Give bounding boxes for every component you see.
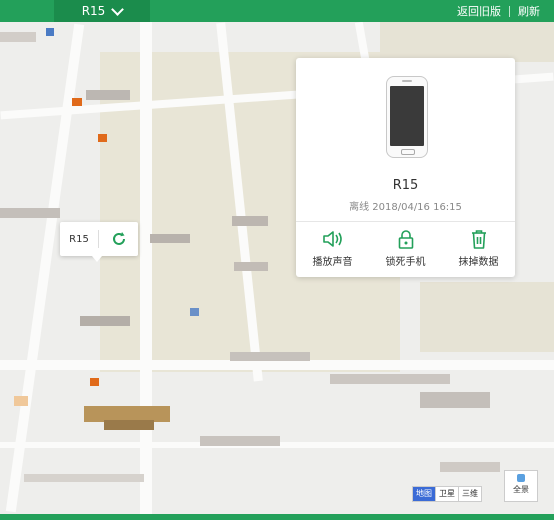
map-area bbox=[420, 282, 554, 352]
device-actions: 播放声音 锁死手机 抹掉数据 bbox=[296, 228, 515, 268]
map-feature bbox=[80, 316, 130, 326]
map-feature bbox=[234, 262, 268, 271]
marker-label: R15 bbox=[69, 233, 89, 245]
chevron-down-icon bbox=[111, 2, 125, 16]
road bbox=[140, 22, 152, 514]
link-divider bbox=[509, 5, 510, 17]
device-info-card: R15 离线 2018/04/16 16:15 播放声音 锁死手机 抹掉数据 bbox=[296, 58, 515, 277]
refresh-link[interactable]: 刷新 bbox=[518, 3, 540, 19]
map-feature bbox=[104, 420, 154, 430]
lock-icon bbox=[398, 230, 413, 249]
phone-illustration bbox=[386, 76, 428, 158]
map-type-satellite[interactable]: 卫星 bbox=[435, 487, 458, 501]
speaker-icon bbox=[322, 231, 342, 247]
device-location-marker[interactable]: R15 bbox=[60, 222, 138, 256]
road bbox=[0, 360, 554, 370]
map-type-map[interactable]: 地图 bbox=[413, 487, 435, 501]
map-feature bbox=[46, 28, 54, 36]
map-feature bbox=[24, 474, 144, 482]
road bbox=[5, 23, 85, 513]
map-feature bbox=[440, 462, 500, 472]
map-feature bbox=[200, 436, 280, 446]
top-links: 返回旧版 刷新 bbox=[457, 0, 540, 22]
device-selector-label: R15 bbox=[81, 4, 106, 18]
lock-phone-button[interactable]: 锁死手机 bbox=[371, 228, 441, 268]
bottom-bar bbox=[0, 514, 554, 520]
map-feature bbox=[0, 32, 36, 42]
map-feature bbox=[232, 216, 268, 226]
play-sound-button[interactable]: 播放声音 bbox=[298, 228, 368, 268]
erase-data-label: 抹掉数据 bbox=[458, 257, 499, 268]
map-area bbox=[380, 22, 554, 62]
map-feature bbox=[420, 392, 490, 408]
lock-phone-label: 锁死手机 bbox=[385, 257, 426, 268]
map-feature bbox=[0, 208, 60, 218]
device-name: R15 bbox=[392, 178, 419, 193]
map-feature bbox=[86, 90, 130, 100]
map-feature bbox=[90, 378, 99, 386]
panorama-icon bbox=[517, 474, 525, 482]
map-feature bbox=[230, 352, 310, 361]
play-sound-label: 播放声音 bbox=[312, 257, 353, 268]
device-status: 离线 2018/04/16 16:15 bbox=[349, 202, 462, 213]
panorama-label: 全景 bbox=[513, 485, 529, 494]
panorama-button[interactable]: 全景 bbox=[504, 470, 538, 502]
top-bar: R15 返回旧版 刷新 bbox=[0, 0, 554, 22]
card-divider bbox=[296, 221, 515, 222]
map-feature bbox=[72, 98, 82, 106]
trash-icon bbox=[471, 230, 486, 249]
map-type-switcher: 地图 卫星 三维 bbox=[412, 486, 482, 502]
back-to-old-version-link[interactable]: 返回旧版 bbox=[457, 3, 501, 19]
map-feature bbox=[330, 374, 450, 384]
marker-pointer bbox=[92, 256, 102, 262]
map-feature bbox=[150, 234, 190, 243]
refresh-icon[interactable] bbox=[99, 230, 138, 248]
map-type-3d[interactable]: 三维 bbox=[458, 487, 481, 501]
map-feature bbox=[98, 134, 107, 142]
map-feature bbox=[14, 396, 28, 406]
device-selector[interactable]: R15 bbox=[54, 0, 150, 22]
erase-data-button[interactable]: 抹掉数据 bbox=[444, 228, 514, 268]
map-feature bbox=[190, 308, 199, 316]
